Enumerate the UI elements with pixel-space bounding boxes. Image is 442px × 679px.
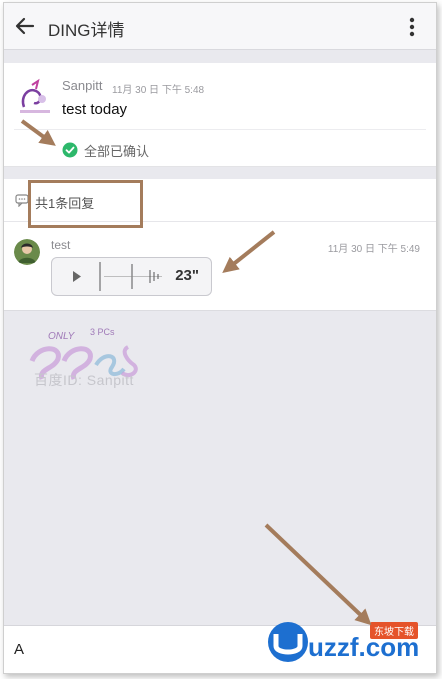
reply-input[interactable]: A: [14, 641, 24, 658]
site-logo: uzzf.com: [268, 622, 419, 662]
watermark-text: 百度ID: Sanpitt: [34, 372, 134, 388]
more-vertical-icon[interactable]: [402, 15, 422, 39]
reply-user: test: [51, 238, 71, 252]
app-bar: DING详情: [4, 3, 436, 50]
voice-message[interactable]: 23": [51, 257, 212, 296]
message-text: test today: [62, 101, 128, 118]
reply-time: 11月 30 日 下午 5:49: [327, 244, 420, 255]
check-circle-icon: [62, 142, 78, 158]
waveform-icon: [99, 262, 162, 291]
site-tag: 东坡下载: [370, 622, 418, 639]
page-title: DING详情: [48, 21, 125, 40]
ack-status[interactable]: 全部已确认: [62, 140, 149, 160]
sender-avatar[interactable]: [14, 77, 56, 119]
voice-duration: 23": [175, 267, 199, 284]
app-window: DING详情 Sanpitt 11月 30 日 下午 5:48 test tod…: [3, 2, 437, 674]
ding-message-card: Sanpitt 11月 30 日 下午 5:48 test today 全部已确…: [4, 63, 436, 167]
divider: [14, 129, 426, 130]
svg-text:ONLY: ONLY: [48, 331, 76, 342]
svg-text:3 PCs: 3 PCs: [90, 327, 115, 337]
back-arrow-icon[interactable]: [12, 13, 38, 39]
reply-avatar[interactable]: [14, 239, 40, 265]
play-icon[interactable]: [72, 271, 82, 282]
ack-label: 全部已确认: [84, 143, 150, 159]
annotation-box: [28, 180, 143, 228]
sender-name: Sanpitt: [62, 78, 103, 93]
comment-icon: [15, 194, 29, 207]
message-time: 11月 30 日 下午 5:48: [112, 85, 205, 96]
reply-item: test 11月 30 日 下午 5:49 23": [4, 222, 436, 311]
